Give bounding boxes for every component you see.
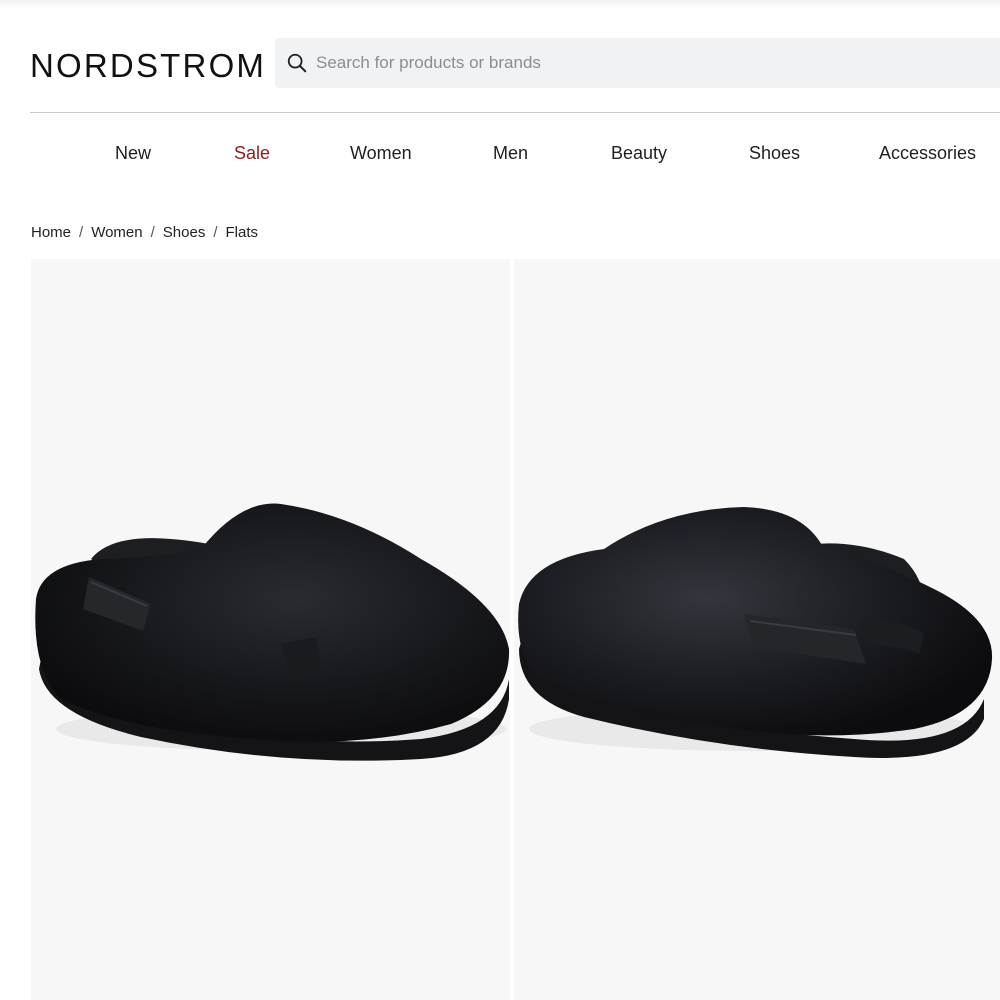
nav-item-accessories[interactable]: Accessories: [879, 140, 976, 166]
nav-item-shoes[interactable]: Shoes: [749, 140, 800, 166]
breadcrumb-separator: /: [79, 224, 84, 241]
product-image-2[interactable]: [514, 259, 1000, 1000]
header-divider: [30, 112, 1000, 113]
nav-item-women[interactable]: Women: [350, 140, 412, 166]
site-logo[interactable]: NORDSTROM: [30, 46, 266, 86]
product-image-1[interactable]: [31, 259, 510, 1000]
main-nav: New Sale Women Men Beauty Shoes Accessor…: [0, 140, 1000, 166]
search-input[interactable]: [316, 53, 916, 73]
breadcrumb-separator: /: [213, 224, 218, 241]
slipper-image: [35, 503, 510, 761]
nav-item-sale[interactable]: Sale: [234, 140, 270, 166]
search-icon[interactable]: [286, 52, 308, 74]
breadcrumb-women[interactable]: Women: [91, 224, 142, 241]
nav-item-beauty[interactable]: Beauty: [611, 140, 667, 166]
breadcrumb-flats[interactable]: Flats: [226, 224, 259, 241]
breadcrumb-separator: /: [150, 224, 155, 241]
nav-item-new[interactable]: New: [115, 140, 151, 166]
breadcrumb-home[interactable]: Home: [31, 224, 71, 241]
top-edge: [0, 0, 1000, 8]
breadcrumb-shoes[interactable]: Shoes: [163, 224, 206, 241]
slipper-image: [518, 507, 993, 758]
breadcrumb: Home / Women / Shoes / Flats: [31, 222, 258, 244]
search-bar[interactable]: [275, 38, 1000, 88]
nav-item-men[interactable]: Men: [493, 140, 528, 166]
